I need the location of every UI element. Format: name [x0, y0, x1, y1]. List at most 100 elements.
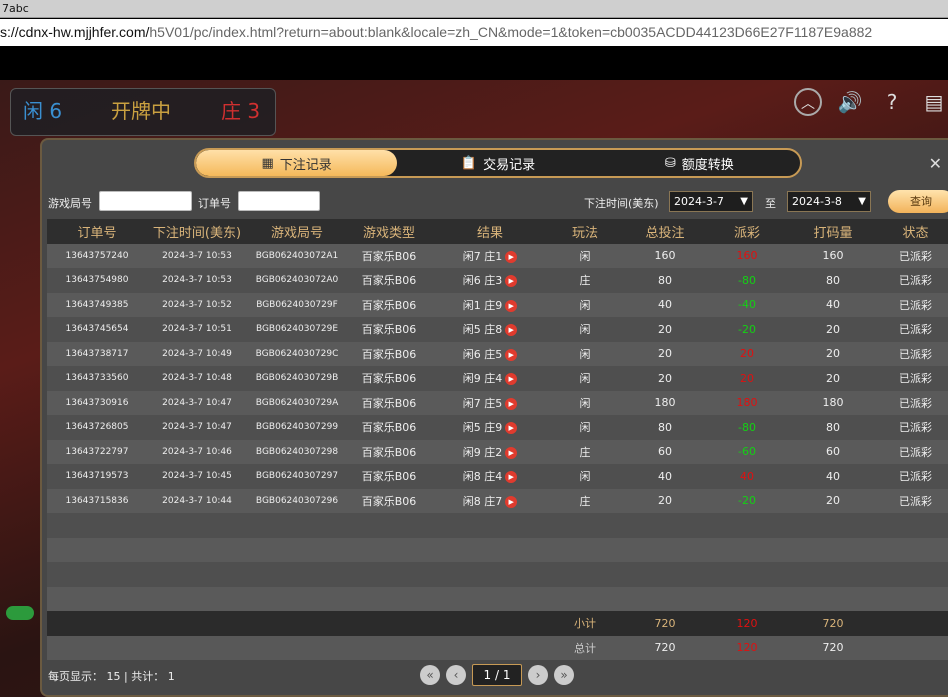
- cell-round-no: BGB0624030729C: [255, 348, 339, 359]
- close-icon[interactable]: ✕: [929, 154, 942, 173]
- play-replay-icon[interactable]: ▶: [505, 348, 518, 361]
- address-bar[interactable]: s://cdnx-hw.mjjhfer.com/h5V01/pc/index.h…: [0, 19, 948, 46]
- cell-valid-bet: 20: [826, 347, 840, 361]
- empty-row: [47, 537, 948, 562]
- cell-bet-type: 闲: [579, 347, 591, 361]
- play-replay-icon[interactable]: ▶: [505, 373, 518, 386]
- result-text: 闲9 庄4: [462, 372, 503, 386]
- cell-payout: 180: [736, 396, 758, 410]
- cell-bet-type: 闲: [579, 298, 591, 312]
- table-row: 13643719573 2024-3-7 10:45 BGB06240307297 百…: [47, 464, 948, 489]
- cell-payout: -80: [738, 420, 756, 434]
- play-replay-icon[interactable]: ▶: [505, 397, 518, 410]
- cell-payout: -20: [738, 494, 756, 508]
- cell-result: 闲8 庄4 ▶: [431, 468, 549, 484]
- cell-game-type: 百家乐B06: [361, 274, 417, 288]
- subtotal-label: 小计: [574, 617, 596, 631]
- play-replay-icon[interactable]: ▶: [505, 324, 518, 337]
- header-status: 状态: [902, 225, 929, 241]
- cell-result: 闲5 庄9 ▶: [431, 419, 549, 435]
- page-summary: 每页显示： 15 | 共计： 1: [48, 670, 175, 683]
- tab-bet-records[interactable]: ▦ 下注记录: [196, 150, 398, 176]
- cell-order-no: 13643730916: [65, 397, 129, 408]
- header-payout: 派彩: [733, 225, 760, 241]
- clipboard-icon: 📋: [460, 155, 478, 171]
- help-icon[interactable]: ?: [878, 88, 906, 116]
- first-page-icon[interactable]: «: [420, 665, 440, 685]
- cell-order-no: 13643738717: [65, 348, 129, 359]
- table-row: 13643730916 2024-3-7 10:47 BGB0624030729A 百…: [47, 390, 948, 415]
- cell-status: 已派彩: [899, 323, 932, 337]
- cell-result: 闲7 庄1 ▶: [431, 248, 549, 264]
- play-replay-icon[interactable]: ▶: [505, 495, 518, 508]
- date-from-value: 2024-3-7: [674, 195, 724, 208]
- table-row: 13643754980 2024-3-7 10:53 BGB062403072A0 百…: [47, 268, 948, 293]
- cell-payout: 160: [736, 249, 758, 263]
- url-path: h5V01/pc/index.html?return=about:blank&l…: [149, 24, 873, 40]
- play-replay-icon[interactable]: ▶: [505, 422, 518, 435]
- cell-game-type: 百家乐B06: [361, 249, 417, 263]
- cell-result: 闲9 庄2 ▶: [431, 444, 549, 460]
- cell-payout: -20: [738, 322, 756, 336]
- cell-total-bet: 60: [658, 445, 672, 459]
- cell-bet-type: 庄: [579, 274, 591, 288]
- cell-status: 已派彩: [899, 298, 932, 312]
- game-status: 开牌中: [111, 99, 171, 123]
- header-game-type: 游戏类型: [362, 225, 415, 241]
- play-replay-icon[interactable]: ▶: [505, 299, 518, 312]
- cell-status: 已派彩: [899, 445, 932, 459]
- date-to-select[interactable]: 2024-3-8 ▼: [787, 191, 871, 212]
- score-panel: 闲 6 开牌中 庄 3: [10, 88, 276, 136]
- subtotal-valid: 720: [822, 616, 844, 630]
- cell-total-bet: 180: [654, 396, 676, 410]
- road-map-strip: [6, 604, 40, 697]
- play-replay-icon[interactable]: ▶: [505, 446, 518, 459]
- chevron-up-icon[interactable]: ︿: [794, 88, 822, 116]
- next-page-icon[interactable]: ›: [528, 665, 548, 685]
- player-score: 闲 6: [23, 99, 63, 123]
- cell-bet-type: 闲: [579, 249, 591, 263]
- result-text: 闲6 庄5: [462, 347, 503, 361]
- cell-round-no: BGB06240307296: [255, 495, 339, 506]
- page-indicator[interactable]: 1 / 1: [472, 664, 522, 686]
- tab-credit-transfer[interactable]: ⛁ 额度转换: [599, 150, 800, 176]
- order-input[interactable]: [238, 191, 320, 211]
- cell-result: 闲6 庄5 ▶: [431, 346, 549, 362]
- cell-payout: 40: [740, 469, 754, 483]
- cell-bet-type: 庄: [579, 494, 591, 508]
- cell-game-type: 百家乐B06: [361, 323, 417, 337]
- cell-bet-time: 2024-3-7 10:47: [162, 422, 232, 433]
- play-replay-icon[interactable]: ▶: [505, 250, 518, 263]
- cell-game-type: 百家乐B06: [361, 494, 417, 508]
- cell-order-no: 13643749385: [65, 299, 129, 310]
- cell-status: 已派彩: [899, 274, 932, 288]
- tab-transaction-records[interactable]: 📋 交易记录: [397, 150, 598, 176]
- document-icon[interactable]: ▤: [920, 88, 948, 116]
- calendar-icon: ▦: [261, 155, 274, 171]
- cell-result: 闲6 庄3 ▶: [431, 272, 549, 288]
- cell-valid-bet: 80: [826, 273, 840, 287]
- filter-bar: 游戏局号 订单号 下注时间(美东) 2024-3-7 ▼ 至 2024-3-8 ▼ …: [48, 190, 948, 214]
- cell-valid-bet: 20: [826, 371, 840, 385]
- order-label: 订单号: [198, 197, 231, 210]
- toggle-switch[interactable]: [6, 606, 34, 620]
- result-text: 闲8 庄7: [462, 494, 503, 508]
- table-row: 13643715836 2024-3-7 10:44 BGB06240307296 百…: [47, 488, 948, 513]
- round-label: 游戏局号: [48, 197, 92, 210]
- cell-round-no: BGB062403072A0: [255, 275, 339, 286]
- query-button[interactable]: 查询: [888, 190, 948, 213]
- cell-bet-type: 闲: [579, 470, 591, 484]
- round-input[interactable]: [99, 191, 192, 211]
- cell-status: 已派彩: [899, 372, 932, 386]
- date-from-select[interactable]: 2024-3-7 ▼: [669, 191, 753, 212]
- play-replay-icon[interactable]: ▶: [505, 471, 518, 484]
- sound-icon[interactable]: 🔊: [836, 88, 864, 116]
- last-page-icon[interactable]: »: [554, 665, 574, 685]
- cell-game-type: 百家乐B06: [361, 298, 417, 312]
- cell-bet-type: 闲: [579, 372, 591, 386]
- play-replay-icon[interactable]: ▶: [505, 275, 518, 288]
- cell-round-no: BGB06240307298: [255, 446, 339, 457]
- cell-round-no: BGB0624030729E: [255, 324, 339, 335]
- cell-result: 闲5 庄8 ▶: [431, 321, 549, 337]
- prev-page-icon[interactable]: ‹: [446, 665, 466, 685]
